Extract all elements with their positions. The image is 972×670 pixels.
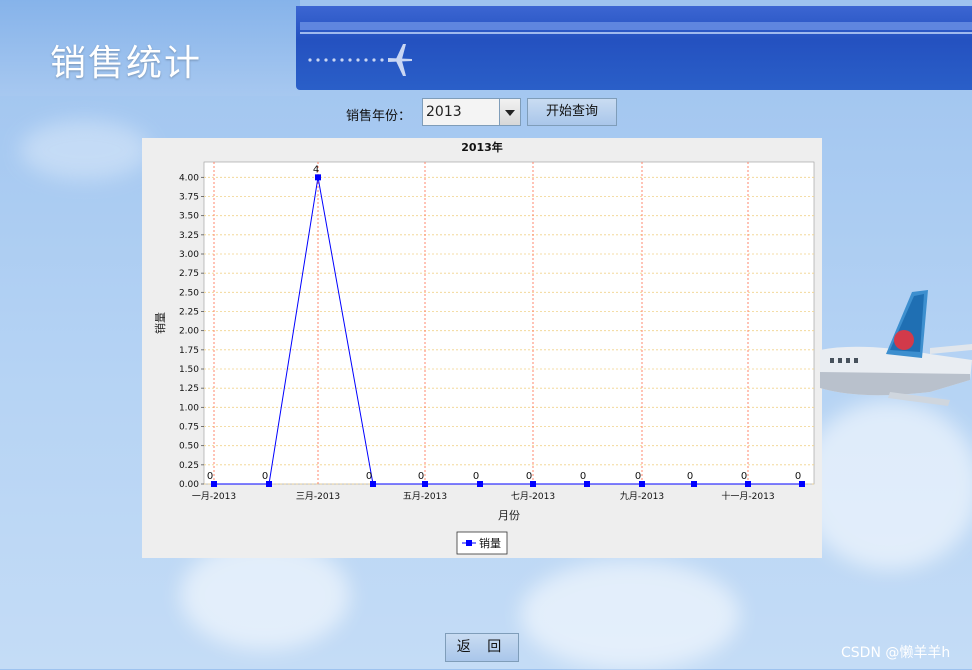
page-title: 销售统计 bbox=[50, 43, 203, 84]
data-label: 0 bbox=[635, 471, 641, 482]
header-stripe bbox=[300, 22, 972, 30]
plot-area bbox=[203, 161, 815, 485]
airplane-image bbox=[820, 290, 972, 406]
data-label: 0 bbox=[580, 471, 586, 482]
sales-line-chart: 2013年 0.00 0.25 0.50 0.75 1.00 1.25 1.50 1.75 2.0… bbox=[153, 140, 815, 555]
data-label: 4 bbox=[313, 164, 319, 175]
y-tick-label: 3.75 bbox=[179, 193, 199, 203]
y-tick-label: 1.00 bbox=[179, 403, 199, 413]
data-label: 0 bbox=[418, 471, 424, 482]
data-label: 0 bbox=[687, 471, 693, 482]
y-axis-label: 销量 bbox=[153, 312, 167, 334]
x-tick-label: 三月-2013 bbox=[296, 491, 340, 502]
year-select-value: 2013 bbox=[426, 104, 462, 120]
watermark: CSDN @懒羊羊h bbox=[841, 645, 951, 661]
data-label: 0 bbox=[795, 471, 801, 482]
y-tick-label: 0.00 bbox=[179, 480, 199, 490]
plane-icon bbox=[308, 44, 412, 76]
chart-title: 2013年 bbox=[461, 140, 503, 154]
data-label: 0 bbox=[366, 471, 372, 482]
x-tick-label: 五月-2013 bbox=[403, 491, 447, 502]
data-label: 0 bbox=[526, 471, 532, 482]
legend-marker bbox=[466, 540, 472, 546]
header-stripe bbox=[300, 32, 972, 34]
x-axis-label: 月份 bbox=[498, 509, 520, 522]
x-tick-label: 十一月-2013 bbox=[721, 490, 774, 502]
cloud-decoration bbox=[20, 120, 150, 180]
y-tick-label: 2.75 bbox=[179, 269, 199, 279]
y-tick-label: 3.00 bbox=[179, 250, 199, 260]
data-label: 0 bbox=[262, 471, 268, 482]
year-label: 销售年份： bbox=[346, 109, 412, 124]
x-tick-label: 一月-2013 bbox=[192, 491, 236, 502]
x-tick-label: 七月-2013 bbox=[511, 491, 555, 502]
chevron-down-icon[interactable] bbox=[499, 99, 520, 125]
y-tick-label: 3.50 bbox=[179, 212, 199, 222]
y-tick-label: 0.75 bbox=[179, 423, 199, 433]
y-tick-label: 1.25 bbox=[179, 384, 199, 394]
y-tick-label: 1.50 bbox=[179, 365, 199, 375]
data-label: 0 bbox=[473, 471, 479, 482]
y-tick-label: 1.75 bbox=[179, 346, 199, 356]
y-tick-label: 0.25 bbox=[179, 461, 199, 471]
legend-label: 销量 bbox=[479, 536, 501, 550]
y-tick-label: 3.25 bbox=[179, 231, 199, 241]
y-tick-label: 2.00 bbox=[179, 327, 199, 337]
data-label: 0 bbox=[741, 471, 747, 482]
query-button[interactable]: 开始查询 bbox=[527, 98, 617, 126]
data-label: 0 bbox=[207, 471, 213, 482]
cloud-decoration bbox=[520, 560, 740, 670]
y-tick-label: 2.25 bbox=[179, 308, 199, 318]
y-tick-label: 0.50 bbox=[179, 442, 199, 452]
sales-chart-panel: 2013年 0.00 0.25 0.50 0.75 1.00 1.25 1.50 1.75 2.0… bbox=[142, 138, 822, 558]
y-tick-label: 2.50 bbox=[179, 288, 199, 298]
y-tick-label: 4.00 bbox=[179, 173, 199, 183]
year-select[interactable]: 2013 bbox=[422, 98, 521, 126]
back-button[interactable]: 返 回 bbox=[445, 633, 519, 662]
x-tick-label: 九月-2013 bbox=[620, 491, 664, 502]
